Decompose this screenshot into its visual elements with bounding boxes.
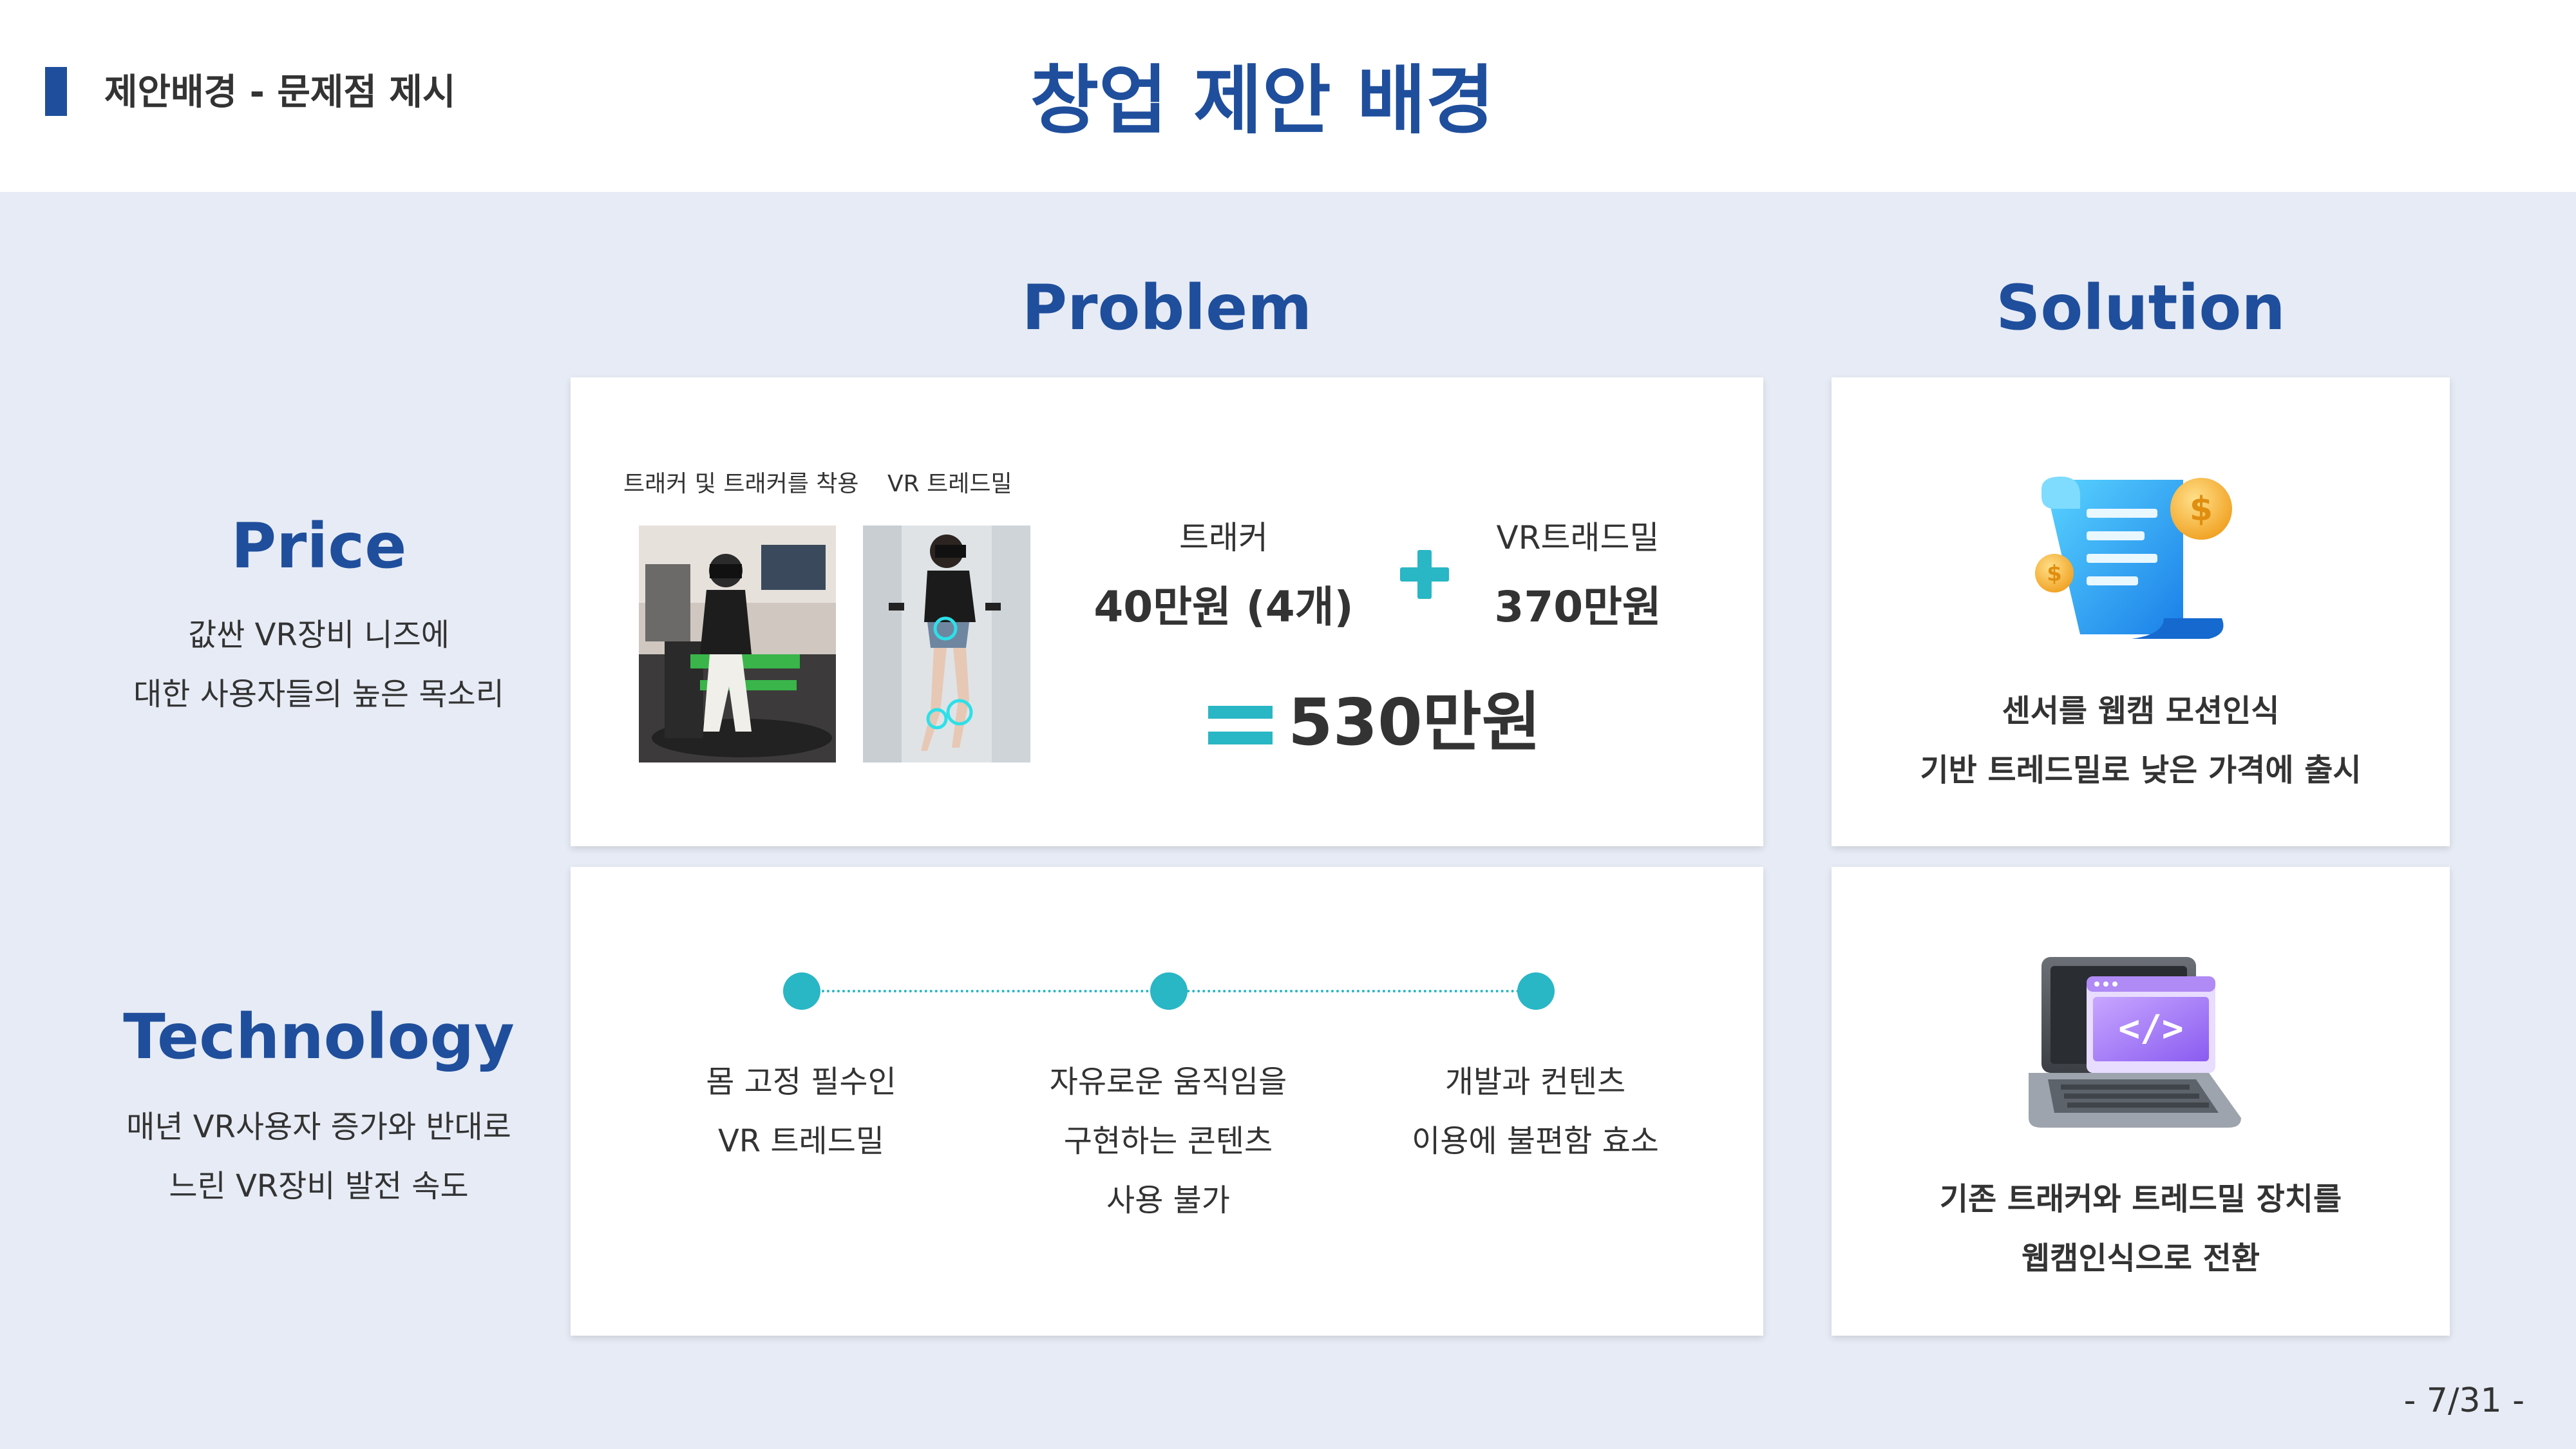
timeline-dot: [1150, 972, 1188, 1010]
timeline-item: 자유로운 움직임을 구현하는 콘텐츠 사용 불가: [1001, 1052, 1336, 1230]
plus-icon: [1400, 550, 1449, 599]
price-solution-text: 센서를 웹캠 모션인식 기반 트레드밀로 낮은 가격에 출시: [1832, 681, 2450, 800]
equals-icon: [1208, 706, 1273, 744]
technology-solution-line: 웹캠인식으로 전환: [2022, 1240, 2260, 1276]
technology-solution-text: 기존 트래커와 트레드밀 장치를 웹캠인식으로 전환: [1832, 1170, 2450, 1288]
vr-tracker-user-photo: [863, 526, 1030, 762]
svg-text:$: $: [2190, 490, 2213, 529]
technology-desc-line: 매년 VR사용자 증가와 반대로: [126, 1109, 511, 1145]
laptop-code-icon: </>: [2029, 944, 2254, 1137]
timeline-item: 개발과 컨텐츠 이용에 불편함 효소: [1368, 1052, 1703, 1171]
timeline-dot: [1517, 972, 1555, 1010]
price-desc-line: 값싼 VR장비 니즈에: [188, 617, 450, 653]
timeline-item-line: 자유로운 움직임을: [1049, 1064, 1287, 1100]
timeline-item-line: 구현하는 콘텐츠: [1063, 1123, 1273, 1159]
tracker-label: 트래커: [1179, 519, 1268, 556]
price-solution-line: 기반 트레드밀로 낮은 가격에 출시: [1920, 752, 2362, 788]
timeline-item-line: VR 트레드밀: [717, 1123, 885, 1159]
timeline-item-line: 사용 불가: [1106, 1182, 1230, 1218]
timeline-item-line: 개발과 컨텐츠: [1444, 1064, 1626, 1100]
price-row-label: Price: [231, 510, 407, 582]
tracker-price: 40만원 (4개): [1094, 582, 1354, 632]
receipt-coins-icon: $ $: [2035, 470, 2254, 650]
price-desc-line: 대한 사용자들의 높은 목소리: [133, 676, 504, 712]
svg-text:$: $: [2047, 561, 2062, 587]
slide-title: 창업 제안 배경: [1030, 57, 1495, 144]
technology-solution-line: 기존 트래커와 트레드밀 장치를: [1939, 1181, 2342, 1217]
page-number: - 7/31 -: [2403, 1381, 2524, 1420]
timeline-item: 몸 고정 필수인 VR 트레드밀: [634, 1052, 969, 1171]
technology-row-description: 매년 VR사용자 증가와 반대로 느린 VR장비 발전 속도: [77, 1097, 560, 1216]
total-price: 530만원: [1288, 685, 1541, 760]
price-solution-line: 센서를 웹캠 모션인식: [2002, 693, 2280, 729]
timeline-item-line: 이용에 불편함 효소: [1412, 1123, 1659, 1159]
timeline-dot: [783, 972, 820, 1010]
technology-desc-line: 느린 VR장비 발전 속도: [169, 1168, 469, 1204]
timeline-item-line: 몸 고정 필수인: [706, 1064, 896, 1100]
technology-row-label: Technology: [123, 1001, 515, 1073]
vr-treadmill-label: VR트래드밀: [1496, 519, 1660, 556]
tracker-photo-caption: 트래커 및 트래커를 착용: [623, 471, 859, 497]
solution-heading: Solution: [1996, 272, 2286, 344]
svg-text:</>: </>: [2118, 1008, 2183, 1050]
price-row-description: 값싼 VR장비 니즈에 대한 사용자들의 높은 목소리: [77, 605, 560, 724]
vr-treadmill-photo: [639, 526, 836, 762]
problem-heading: Problem: [1021, 272, 1312, 344]
treadmill-photo-caption: VR 트레드밀: [887, 471, 1012, 497]
vr-treadmill-price: 370만원: [1494, 582, 1662, 632]
